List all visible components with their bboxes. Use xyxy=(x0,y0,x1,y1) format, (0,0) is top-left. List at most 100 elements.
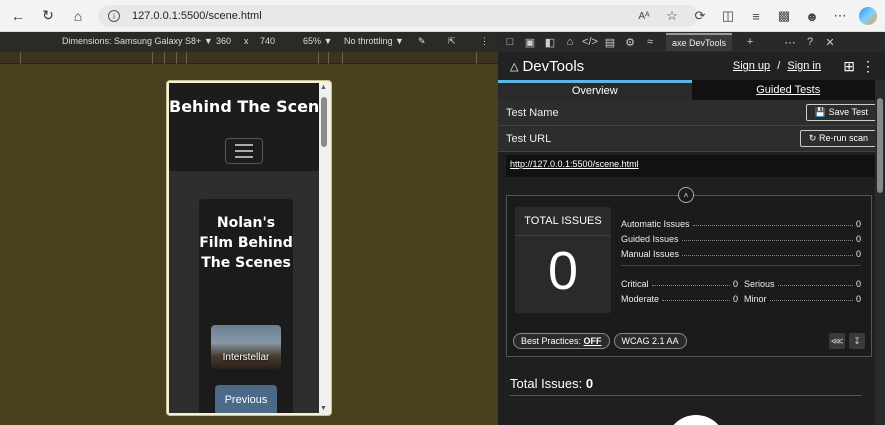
info-icon[interactable]: i xyxy=(108,10,120,22)
address-bar[interactable]: i 127.0.0.1:5500/scene.html xyxy=(98,5,698,27)
scroll-down-icon[interactable]: ▼ xyxy=(320,405,327,412)
manual-issues-row[interactable]: Manual Issues 0 xyxy=(621,244,861,259)
sources-icon[interactable]: ⚙ xyxy=(622,36,638,49)
read-aloud-icon[interactable]: Aᴬ xyxy=(635,11,653,22)
test-name-label: Test Name xyxy=(506,106,559,119)
favorite-icon[interactable]: ☆ xyxy=(663,8,681,24)
card-title: Nolan's Film Behind The Scenes xyxy=(199,215,293,271)
device-more-icon[interactable]: ⋮ xyxy=(480,36,489,47)
refresh-icon[interactable]: ↻ xyxy=(36,4,60,28)
scroll-up-icon[interactable]: ▲ xyxy=(320,84,327,91)
profile-icon[interactable]: ☻ xyxy=(803,9,821,24)
back-icon[interactable]: ← xyxy=(6,4,30,28)
zoom-select[interactable]: 65% ▼ xyxy=(303,36,332,46)
sign-in-link[interactable]: Sign in xyxy=(787,60,821,72)
total-issues-footer: Total Issues: 0 xyxy=(510,376,862,396)
download-icon[interactable]: ↧ xyxy=(849,333,865,349)
console-icon[interactable]: ▤ xyxy=(602,36,618,49)
new-scan-icon[interactable]: ⊞ xyxy=(843,58,855,75)
thumbnail-caption: Interstellar xyxy=(222,352,270,363)
devtools-scrollbar-thumb[interactable] xyxy=(877,98,883,193)
split-screen-icon[interactable]: ◫ xyxy=(719,8,737,24)
test-url-row: Test URL ↻ Re-run scan xyxy=(498,126,885,152)
home-icon[interactable]: ⌂ xyxy=(66,4,90,28)
sign-up-link[interactable]: Sign up xyxy=(733,60,770,72)
more-icon[interactable]: ⋯ xyxy=(831,8,849,24)
media-query-ruler xyxy=(0,52,498,64)
axe-logo-icon: △ xyxy=(510,60,519,73)
axe-header: △ DevTools Sign up / Sign in ⊞ ⋮ xyxy=(498,52,885,80)
axe-devtools-tab[interactable]: axe DevTools xyxy=(666,33,733,51)
dock-icon[interactable]: ◧ xyxy=(542,36,558,49)
url-text: 127.0.0.1:5500/scene.html xyxy=(132,10,262,22)
rerun-scan-button[interactable]: ↻ Re-run scan xyxy=(799,130,877,147)
collections-icon[interactable]: ▩ xyxy=(775,8,793,24)
axe-tab-label: axe DevTools xyxy=(672,38,727,48)
best-practices-toggle[interactable]: Best Practices: OFF xyxy=(513,333,610,349)
tab-guided-tests[interactable]: Guided Tests xyxy=(692,80,885,100)
total-issues-label: TOTAL ISSUES xyxy=(515,207,611,236)
collapse-summary-icon[interactable]: ˄ xyxy=(678,187,694,203)
interstellar-thumbnail[interactable]: Interstellar xyxy=(211,325,281,369)
tab-overview[interactable]: Overview xyxy=(498,80,692,100)
help-icon[interactable]: ? xyxy=(802,36,818,48)
device-emulation-icon[interactable]: ▣ xyxy=(522,36,538,49)
site-header: Behind The Scenes xyxy=(169,83,319,171)
axe-brand: DevTools xyxy=(522,57,585,75)
minor-row[interactable]: Minor 0 xyxy=(744,289,861,304)
devtools-tabbar: □ ▣ ◧ ⌂ </> ▤ ⚙ ≈ axe DevTools + ⋯ ? ✕ xyxy=(498,32,885,52)
tab-guided-tests-label: Guided Tests xyxy=(756,84,821,96)
test-name-row: Test Name 💾 Save Test xyxy=(498,100,885,126)
devtools-more-icon[interactable]: ⋯ xyxy=(782,36,798,49)
issues-summary: TOTAL ISSUES 0 Automatic Issues 0 Guided … xyxy=(506,195,872,357)
extensions-icon[interactable]: ⟳ xyxy=(691,8,709,24)
results-graphic xyxy=(666,415,726,425)
close-devtools-icon[interactable]: ✕ xyxy=(822,36,838,49)
devtools-scrollbar[interactable] xyxy=(875,80,885,425)
test-url-label: Test URL xyxy=(506,132,552,145)
inspect-icon[interactable]: □ xyxy=(502,36,518,48)
dual-screen-icon[interactable]: ⇱ xyxy=(448,36,456,47)
automatic-issues-row[interactable]: Automatic Issues 0 xyxy=(621,214,861,229)
standard-badge[interactable]: WCAG 2.1 AA xyxy=(613,333,687,349)
total-issues-footer-value: 0 xyxy=(585,376,594,391)
welcome-icon[interactable]: ⌂ xyxy=(562,36,578,48)
dimensions-select[interactable]: Dimensions: Samsung Galaxy S8+ ▼ xyxy=(62,36,213,46)
link-separator: / xyxy=(777,60,781,72)
scrollbar-thumb[interactable] xyxy=(321,97,327,147)
save-test-button[interactable]: 💾 Save Test xyxy=(805,104,877,121)
page-content: Nolan's Film Behind The Scenes Interstel… xyxy=(169,171,319,413)
device-frame: Behind The Scenes Nolan's Film Behind Th… xyxy=(166,80,332,416)
browser-toolbar: ← ↻ ⌂ i 127.0.0.1:5500/scene.html Aᴬ ☆ ⟳… xyxy=(0,0,885,32)
dimension-separator: x xyxy=(244,36,249,46)
network-icon[interactable]: ≈ xyxy=(642,36,658,48)
devtools-panel: □ ▣ ◧ ⌂ </> ▤ ⚙ ≈ axe DevTools + ⋯ ? ✕ △… xyxy=(498,32,885,425)
favorites-list-icon[interactable]: ≡ xyxy=(747,9,765,24)
hamburger-menu-icon[interactable] xyxy=(225,138,263,164)
moderate-row[interactable]: Moderate 0 xyxy=(621,289,738,304)
throttling-select[interactable]: No throttling ▼ xyxy=(344,36,404,46)
add-tab-icon[interactable]: + xyxy=(742,36,758,48)
total-issues-footer-label: Total Issues: xyxy=(510,376,583,391)
critical-row[interactable]: Critical 0 xyxy=(621,274,738,289)
rotate-icon[interactable]: ✎ xyxy=(418,36,426,47)
copilot-icon[interactable] xyxy=(859,7,877,25)
page-viewport: Behind The Scenes Nolan's Film Behind Th… xyxy=(169,83,319,413)
axe-tabs: Overview Guided Tests xyxy=(498,80,885,100)
tested-url[interactable]: http://127.0.0.1:5500/scene.html xyxy=(506,155,877,177)
total-issues-value: 0 xyxy=(547,241,579,301)
share-icon[interactable]: ⋘ xyxy=(829,333,845,349)
issue-breakdown: Automatic Issues 0 Guided Issues 0 Manual … xyxy=(621,214,861,304)
guided-issues-row[interactable]: Guided Issues 0 xyxy=(621,229,861,244)
axe-menu-icon[interactable]: ⋮ xyxy=(861,58,875,75)
elements-icon[interactable]: </> xyxy=(582,36,598,48)
page-scrollbar[interactable]: ▲ ▼ xyxy=(319,83,329,413)
height-field[interactable]: 740 xyxy=(260,36,275,46)
device-toolbar: Dimensions: Samsung Galaxy S8+ ▼ 360 x 7… xyxy=(0,32,498,52)
previous-button[interactable]: Previous xyxy=(215,385,277,413)
film-card: Nolan's Film Behind The Scenes Interstel… xyxy=(199,199,293,413)
serious-row[interactable]: Serious 0 xyxy=(744,274,861,289)
width-field[interactable]: 360 xyxy=(216,36,231,46)
site-title: Behind The Scenes xyxy=(169,97,319,116)
total-issues-box: TOTAL ISSUES 0 xyxy=(515,207,611,313)
